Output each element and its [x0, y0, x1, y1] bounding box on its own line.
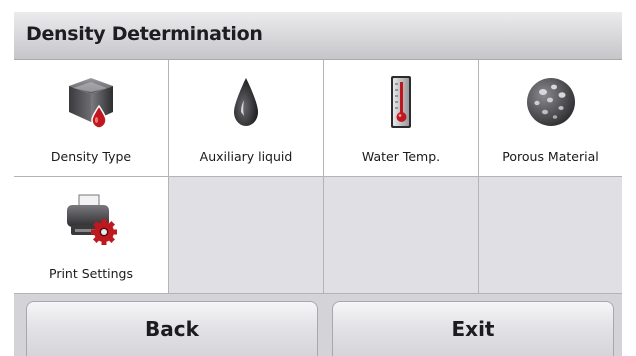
back-button[interactable]: Back	[26, 301, 318, 356]
printer-settings-icon	[61, 189, 121, 249]
menu-item-label: Density Type	[50, 149, 132, 164]
menu-item-label: Auxiliary liquid	[199, 149, 293, 164]
exit-button[interactable]: Exit	[332, 301, 614, 356]
menu-item-porous-material[interactable]: Porous Material	[479, 60, 622, 177]
footer-bar: Back Exit	[14, 294, 622, 356]
empty-cell	[324, 177, 479, 294]
page-title: Density Determination	[26, 23, 263, 45]
liquid-drop-icon	[216, 72, 276, 132]
menu-item-label: Print Settings	[49, 266, 133, 281]
screen: Density Determination Density Type Auxil…	[14, 12, 622, 356]
menu-item-auxiliary-liquid[interactable]: Auxiliary liquid	[169, 60, 324, 177]
porous-rock-icon	[521, 72, 581, 132]
menu-item-label: Porous Material	[502, 149, 599, 164]
thermometer-icon	[371, 72, 431, 132]
menu-item-density-type[interactable]: Density Type	[14, 60, 169, 177]
exit-button-label: Exit	[451, 317, 495, 341]
menu-item-water-temp[interactable]: Water Temp.	[324, 60, 479, 177]
density-cube-icon	[61, 72, 121, 132]
back-button-label: Back	[145, 317, 199, 341]
empty-cell	[169, 177, 324, 294]
title-bar: Density Determination	[14, 12, 622, 60]
menu-grid: Density Type Auxiliary liquid Water Temp…	[14, 60, 622, 294]
menu-item-label: Water Temp.	[361, 149, 441, 164]
empty-cell	[479, 177, 622, 294]
menu-item-print-settings[interactable]: Print Settings	[14, 177, 169, 294]
